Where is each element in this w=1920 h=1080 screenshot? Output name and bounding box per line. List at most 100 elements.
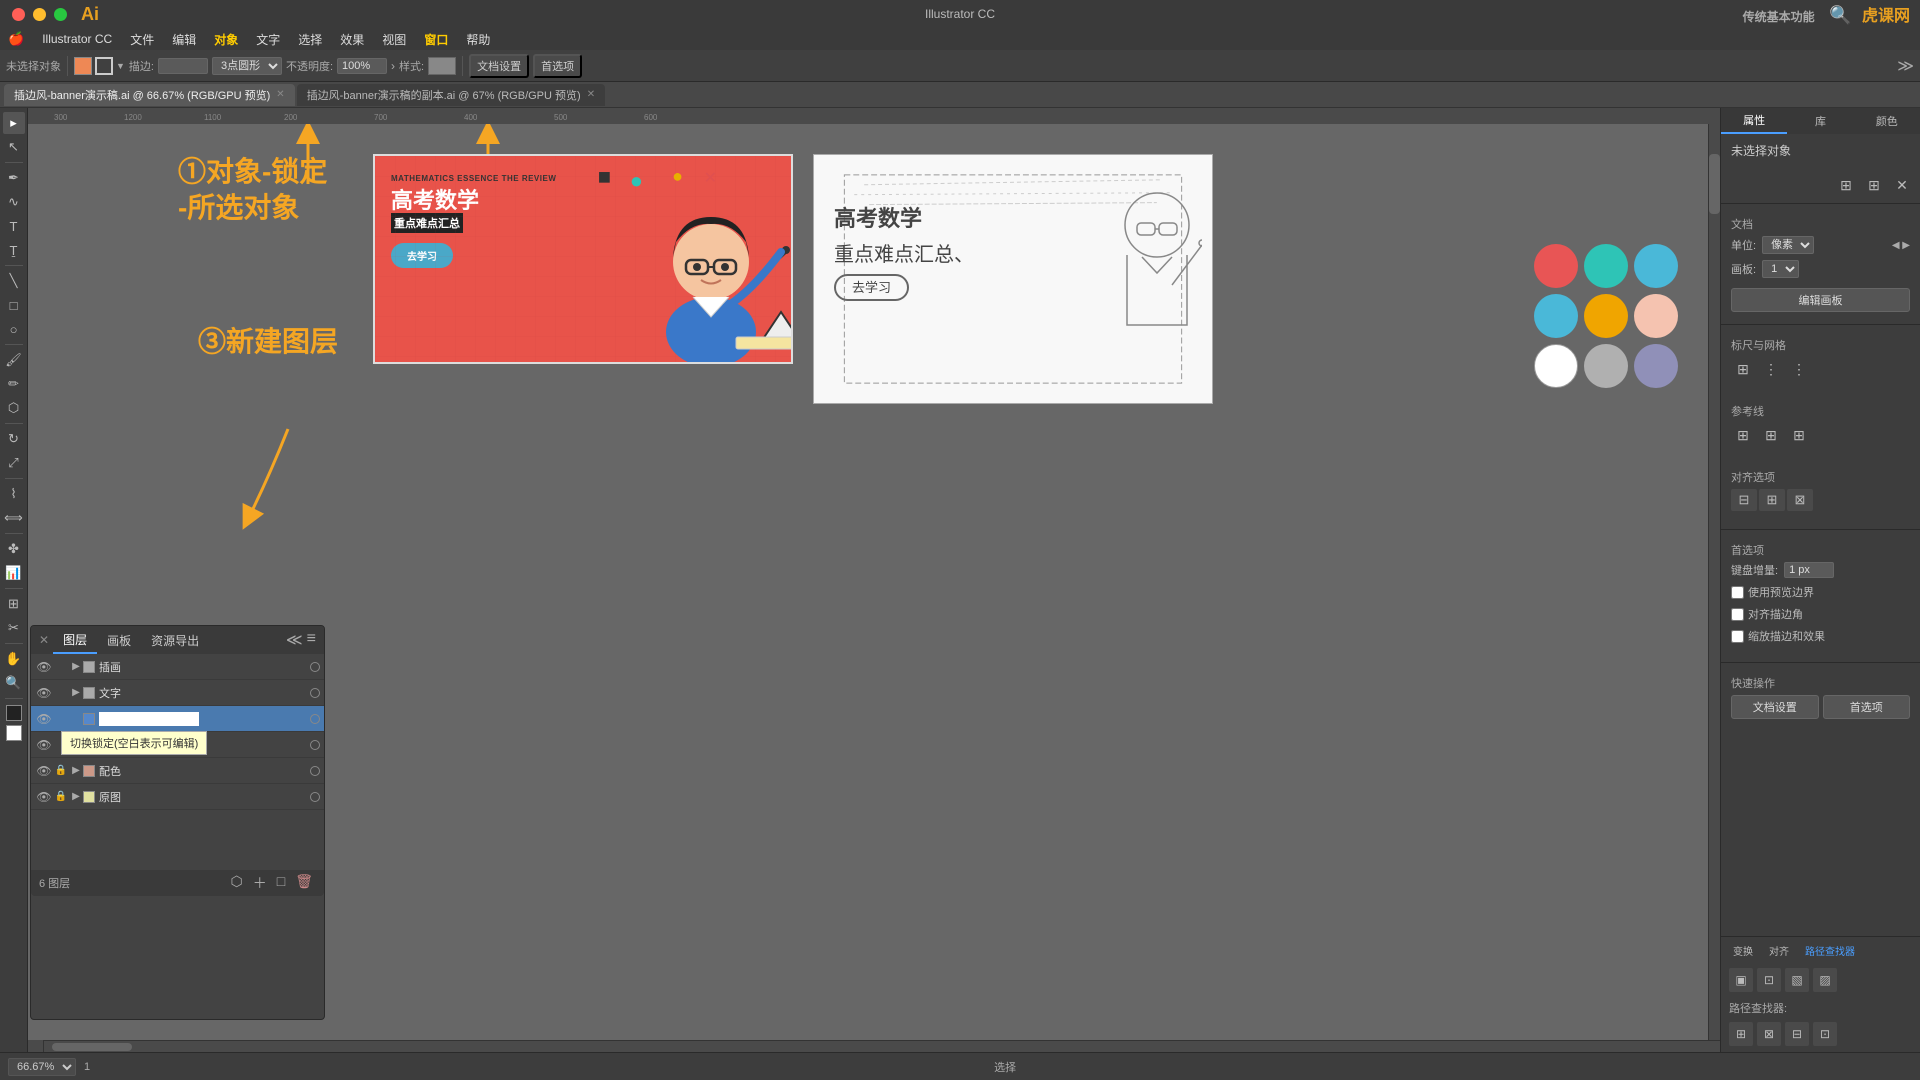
snap-bounds-checkbox[interactable] bbox=[1731, 586, 1744, 599]
layers-tab-layers[interactable]: 图层 bbox=[53, 627, 97, 654]
menu-window[interactable]: 窗口 bbox=[416, 29, 456, 50]
layer-eye-text[interactable]: 👁 bbox=[35, 684, 53, 702]
menu-help[interactable]: 帮助 bbox=[458, 29, 498, 50]
tool-direct-select[interactable]: ↖ bbox=[3, 136, 25, 158]
style-preview[interactable] bbox=[428, 57, 456, 75]
swatch-orange[interactable] bbox=[1584, 294, 1628, 338]
tool-rect[interactable]: □ bbox=[3, 294, 25, 316]
tab-copy-close[interactable]: ✕ bbox=[587, 89, 595, 100]
tool-slice[interactable]: ✂ bbox=[3, 617, 25, 639]
tool-hand[interactable]: ✋ bbox=[3, 648, 25, 670]
menu-select[interactable]: 选择 bbox=[290, 29, 330, 50]
ruler-icon-1[interactable]: ⊞ bbox=[1731, 357, 1755, 381]
panel-icon-1[interactable]: ⊞ bbox=[1834, 173, 1858, 197]
artboard-select[interactable]: 1 bbox=[1762, 260, 1799, 278]
align-right-btn[interactable]: ⊠ bbox=[1787, 489, 1813, 511]
swatch-teal[interactable] bbox=[1584, 244, 1628, 288]
tool-curvature[interactable]: ∿ bbox=[3, 191, 25, 213]
align-center-btn[interactable]: ⊞ bbox=[1759, 489, 1785, 511]
tool-select[interactable]: ▸ bbox=[3, 112, 25, 134]
menu-object[interactable]: 对象 bbox=[206, 29, 246, 50]
tool-width[interactable]: ⟺ bbox=[3, 507, 25, 529]
layer-expand-original[interactable]: ▶ bbox=[69, 790, 83, 804]
tab-main[interactable]: 插边风-banner演示稿.ai @ 66.67% (RGB/GPU 预览) ✕ bbox=[4, 84, 295, 106]
edit-artboard-button[interactable]: 编辑画板 bbox=[1731, 288, 1910, 312]
right-scrollbar[interactable] bbox=[1708, 124, 1720, 1040]
tool-warp[interactable]: ⌇ bbox=[3, 483, 25, 505]
tool-rotate[interactable]: ↻ bbox=[3, 428, 25, 450]
stroke-color-indicator[interactable] bbox=[6, 725, 22, 741]
guide-icon-2[interactable]: ⊞ bbox=[1759, 423, 1783, 447]
layers-menu-icon[interactable]: ≡ bbox=[307, 630, 316, 650]
bottom-scrollbar[interactable] bbox=[28, 1040, 1720, 1052]
tab-main-close[interactable]: ✕ bbox=[276, 89, 284, 100]
tool-graph[interactable]: 📊 bbox=[3, 562, 25, 584]
artboard-stepper[interactable]: ◀ ▶ bbox=[1892, 240, 1910, 251]
layer-expand-editing[interactable] bbox=[69, 712, 83, 726]
fill-color-box[interactable] bbox=[74, 57, 92, 75]
stroke-input[interactable] bbox=[158, 58, 208, 74]
tool-touch-type[interactable]: Ṯ bbox=[3, 239, 25, 261]
pathfinder-icon-2[interactable]: ⊡ bbox=[1757, 968, 1781, 992]
tool-zoom[interactable]: 🔍 bbox=[3, 672, 25, 694]
guide-icon-1[interactable]: ⊞ bbox=[1731, 423, 1755, 447]
swatch-cyan[interactable] bbox=[1534, 294, 1578, 338]
layer-expand-text[interactable]: ▶ bbox=[69, 686, 83, 700]
menu-view[interactable]: 视图 bbox=[374, 29, 414, 50]
layers-collapse-icon[interactable]: ≪ bbox=[286, 630, 303, 650]
swatch-red[interactable] bbox=[1534, 244, 1578, 288]
stroke-color-box[interactable] bbox=[95, 57, 113, 75]
fill-color-indicator[interactable] bbox=[6, 705, 22, 721]
tool-scale[interactable]: ⤢ bbox=[3, 452, 25, 474]
layer-row-editing[interactable]: 👁 切换锁定(空白表示可编辑) bbox=[31, 706, 324, 732]
tool-ellipse[interactable]: ○ bbox=[3, 318, 25, 340]
align-left-btn[interactable]: ⊟ bbox=[1731, 489, 1757, 511]
layer-lock-editing[interactable] bbox=[53, 711, 69, 727]
layer-expand-colors2[interactable]: ▶ bbox=[69, 764, 83, 778]
layer-eye-illustration[interactable]: 👁 bbox=[35, 658, 53, 676]
doc-settings-button[interactable]: 文档设置 bbox=[469, 54, 529, 78]
tool-line[interactable]: ╲ bbox=[3, 270, 25, 292]
pathfinder-icon-3[interactable]: ▧ bbox=[1785, 968, 1809, 992]
layers-tab-artboard[interactable]: 画板 bbox=[97, 628, 141, 653]
swatch-lavender[interactable] bbox=[1634, 344, 1678, 388]
panel-tab-properties[interactable]: 属性 bbox=[1721, 108, 1787, 134]
tool-type[interactable]: T bbox=[3, 215, 25, 237]
panel-tab-color[interactable]: 颜色 bbox=[1854, 108, 1920, 134]
pathfinder2-icon-4[interactable]: ⊡ bbox=[1813, 1022, 1837, 1046]
close-button[interactable] bbox=[12, 8, 25, 21]
pathfinder2-icon-2[interactable]: ⊠ bbox=[1757, 1022, 1781, 1046]
minimize-button[interactable] bbox=[33, 8, 46, 21]
unit-select[interactable]: 像素 bbox=[1762, 236, 1814, 254]
menu-text[interactable]: 文字 bbox=[248, 29, 288, 50]
swatch-salmon[interactable] bbox=[1634, 294, 1678, 338]
layer-name-input[interactable] bbox=[99, 712, 199, 726]
swatch-white[interactable] bbox=[1534, 344, 1578, 388]
bottom-tab-align[interactable]: 对齐 bbox=[1763, 941, 1795, 960]
menu-effects[interactable]: 效果 bbox=[332, 29, 372, 50]
tool-shaper[interactable]: ⬡ bbox=[3, 397, 25, 419]
layer-eye-original[interactable]: 👁 bbox=[35, 788, 53, 806]
swatch-gray[interactable] bbox=[1584, 344, 1628, 388]
bottom-tab-transform[interactable]: 变换 bbox=[1727, 941, 1759, 960]
panel-icon-3[interactable]: ✕ bbox=[1890, 173, 1914, 197]
layers-tab-export[interactable]: 资源导出 bbox=[141, 628, 209, 653]
layer-delete-icon[interactable]: 🗑 bbox=[295, 873, 313, 893]
layer-lock-illustration[interactable] bbox=[53, 659, 69, 675]
panel-tab-library[interactable]: 库 bbox=[1787, 108, 1853, 134]
maximize-button[interactable] bbox=[54, 8, 67, 21]
opacity-input[interactable] bbox=[337, 58, 387, 74]
quick-doc-settings-btn[interactable]: 文档设置 bbox=[1731, 695, 1819, 719]
ruler-icon-3[interactable]: ⋮ bbox=[1787, 357, 1811, 381]
guide-icon-3[interactable]: ⊞ bbox=[1787, 423, 1811, 447]
preferences-button[interactable]: 首选项 bbox=[533, 54, 582, 78]
pathfinder-icon-1[interactable]: ▣ bbox=[1729, 968, 1753, 992]
layer-expand-illustration[interactable]: ▶ bbox=[69, 660, 83, 674]
quick-preferences-btn[interactable]: 首选项 bbox=[1823, 695, 1911, 719]
swatch-blue[interactable] bbox=[1634, 244, 1678, 288]
layer-eye-colors2[interactable]: 👁 bbox=[35, 762, 53, 780]
menu-file[interactable]: 文件 bbox=[122, 29, 162, 50]
tool-pen[interactable]: ✒ bbox=[3, 167, 25, 189]
layer-lock-colors2[interactable]: 🔒 bbox=[53, 763, 69, 779]
menu-illustratorcc[interactable]: Illustrator CC bbox=[34, 30, 120, 48]
